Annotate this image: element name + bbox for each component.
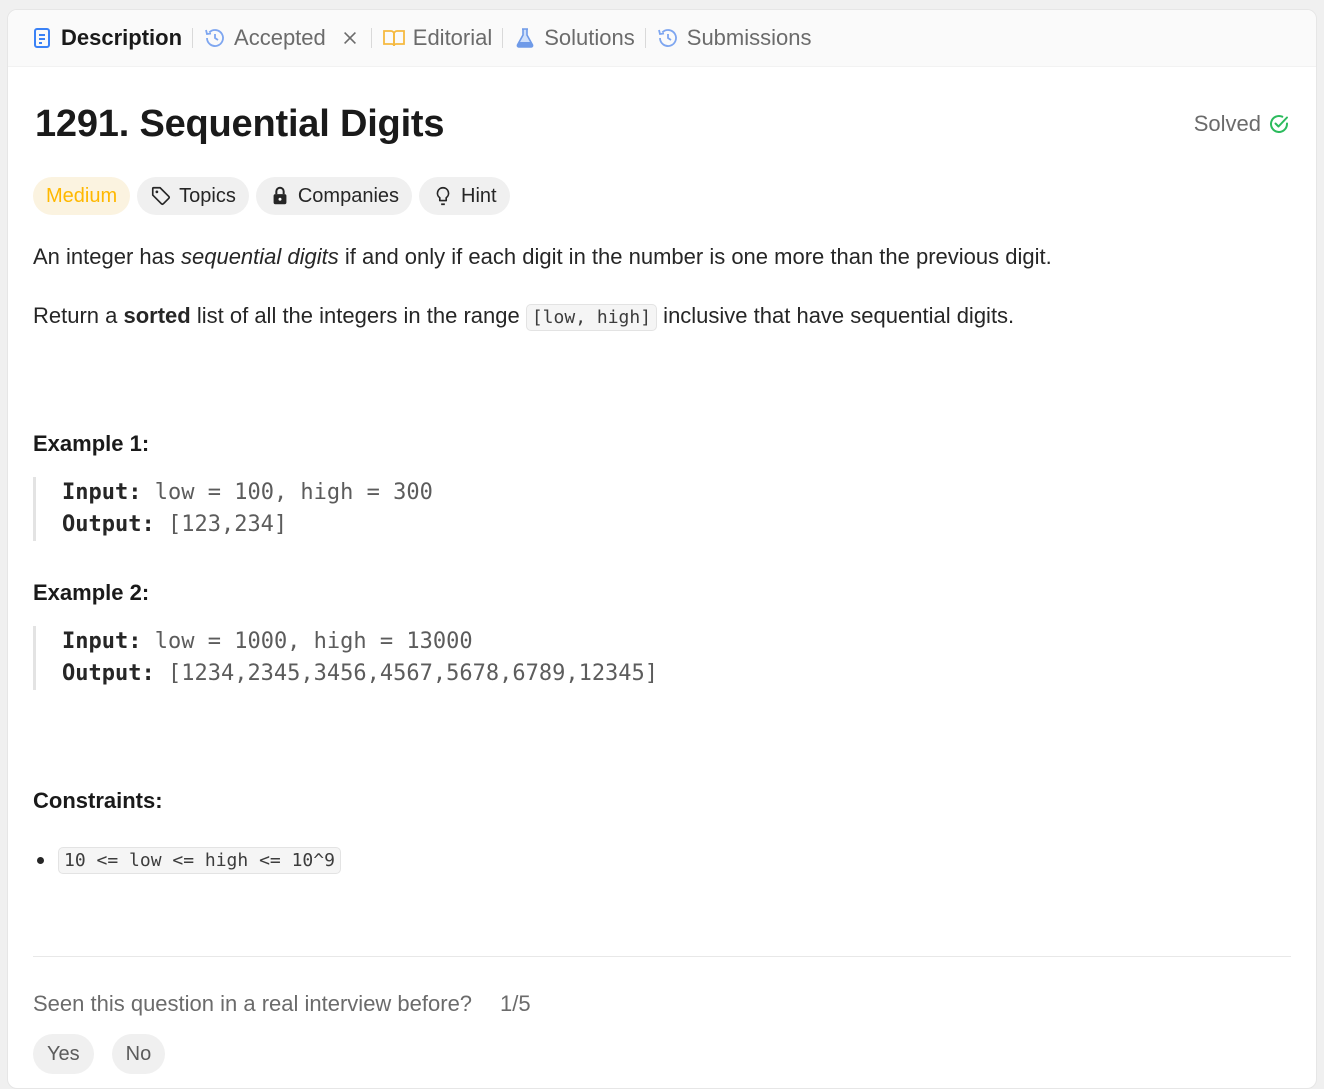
constraint-code: 10 <= low <= high <= 10^9 — [58, 847, 341, 874]
tab-divider — [502, 28, 504, 48]
tab-bar: Description Accepted Editorial Solutions — [8, 10, 1316, 67]
tab-label: Editorial — [412, 25, 493, 50]
chip-label: Hint — [461, 184, 497, 207]
tab-label: Solutions — [544, 25, 635, 50]
example-block: Input: low = 1000, high = 13000 Output: … — [33, 626, 658, 690]
tab-divider — [192, 28, 194, 48]
statement-paragraph-1: An integer has sequential digits if and … — [33, 242, 1052, 272]
yes-button[interactable]: Yes — [33, 1034, 94, 1074]
companies-chip[interactable]: Companies — [255, 177, 413, 215]
tab-divider — [644, 28, 646, 48]
tab-accepted[interactable]: Accepted — [195, 10, 369, 66]
statement-text: list of all the integers in the range — [190, 303, 526, 328]
description-panel: Description Accepted Editorial Solutions — [7, 9, 1317, 1089]
title-row: 1291. Sequential Digits Solved — [33, 103, 1291, 149]
close-icon[interactable] — [339, 27, 361, 49]
output-value: [1234,2345,3456,4567,5678,6789,12345] — [167, 661, 659, 686]
statement-emphasis: sequential digits — [180, 244, 339, 269]
inline-code: [low, high] — [525, 304, 658, 331]
topics-chip[interactable]: Topics — [137, 177, 249, 215]
tab-description[interactable]: Description — [22, 10, 190, 66]
input-value: low = 100, high = 300 — [154, 480, 433, 505]
interview-question: Seen this question in a real interview b… — [33, 991, 531, 1017]
input-label: Input: — [62, 629, 142, 654]
tab-editorial[interactable]: Editorial — [374, 10, 500, 66]
difficulty-label: Medium — [46, 184, 118, 207]
check-circle-icon — [1267, 112, 1291, 136]
example-output-line: Output: [123,234] — [62, 509, 433, 541]
example-input-line: Input: low = 100, high = 300 — [62, 477, 433, 509]
statement-text: inclusive that have sequential digits. — [657, 303, 1015, 328]
no-button[interactable]: No — [111, 1034, 166, 1074]
interview-vote-buttons: Yes No — [33, 1034, 166, 1074]
interview-question-text: Seen this question in a real interview b… — [33, 991, 473, 1016]
history-icon — [203, 26, 227, 50]
tab-submissions[interactable]: Submissions — [648, 10, 820, 66]
example-output-line: Output: [1234,2345,3456,4567,5678,6789,1… — [62, 658, 658, 690]
tag-chips: Medium Topics Companies Hint — [33, 177, 510, 215]
example-heading: Example 1: — [33, 431, 150, 456]
tag-icon — [150, 185, 172, 207]
book-icon — [382, 26, 406, 50]
statement-text: Return a — [33, 303, 124, 328]
tab-label: Accepted — [234, 25, 326, 50]
solved-label: Solved — [1193, 111, 1261, 136]
example-heading: Example 2: — [33, 580, 150, 605]
input-label: Input: — [62, 480, 142, 505]
statement-text: if and only if each digit in the number … — [338, 244, 1052, 269]
constraint-item: 10 <= low <= high <= 10^9 — [33, 847, 341, 874]
interview-ratio: 1/5 — [500, 991, 531, 1016]
tab-divider — [370, 28, 372, 48]
tab-solutions[interactable]: Solutions — [505, 10, 643, 66]
chip-label: Companies — [297, 184, 400, 207]
bullet-dot — [37, 857, 44, 864]
flask-icon — [513, 26, 537, 50]
lock-icon — [269, 185, 291, 207]
tab-label: Description — [61, 25, 183, 50]
hint-chip[interactable]: Hint — [419, 177, 510, 215]
solved-status: Solved — [1194, 111, 1291, 137]
chip-label: Topics — [179, 184, 236, 207]
constraints-heading: Constraints: — [33, 788, 163, 813]
example-input-line: Input: low = 1000, high = 13000 — [62, 626, 658, 658]
statement-paragraph-2: Return a sorted list of all the integers… — [33, 301, 1014, 333]
history-icon — [656, 26, 680, 50]
output-label: Output: — [62, 512, 155, 537]
output-label: Output: — [62, 661, 155, 686]
input-value: low = 1000, high = 13000 — [154, 629, 473, 654]
description-icon — [30, 26, 54, 50]
example-block: Input: low = 100, high = 300 Output: [12… — [33, 477, 433, 541]
problem-title[interactable]: 1291. Sequential Digits — [35, 103, 445, 146]
difficulty-badge: Medium — [33, 177, 131, 215]
section-divider — [33, 956, 1291, 957]
statement-text: An integer has — [33, 244, 181, 269]
lightbulb-icon — [432, 185, 454, 207]
statement-bold: sorted — [123, 303, 191, 328]
tab-label: Submissions — [686, 25, 812, 50]
output-value: [123,234] — [167, 512, 288, 537]
